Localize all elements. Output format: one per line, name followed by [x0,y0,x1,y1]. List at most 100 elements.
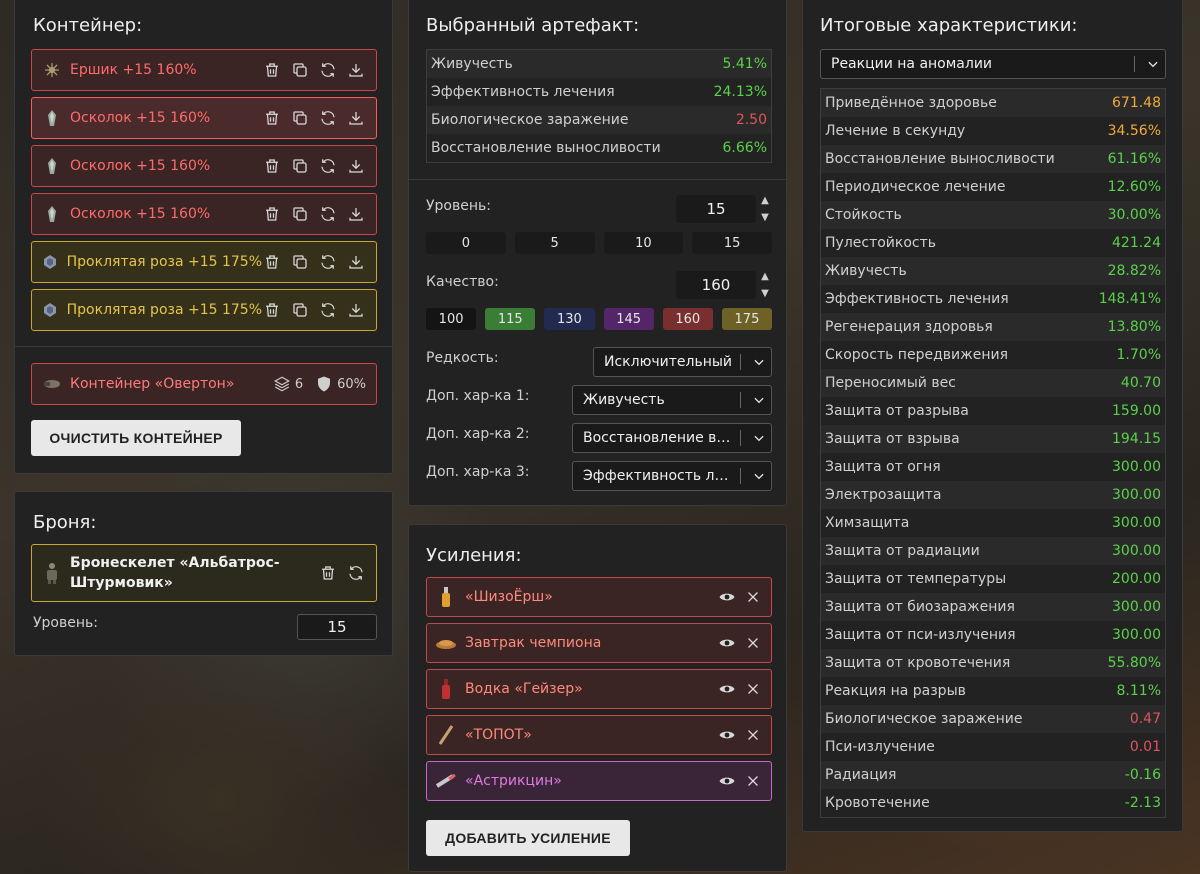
extra1-select[interactable]: Живучесть [572,385,772,415]
replace-icon[interactable] [318,156,338,176]
copy-icon[interactable] [290,204,310,224]
boost-item[interactable]: «ТОПОТ» [426,715,772,755]
add-boost-button[interactable]: ДОБАВИТЬ УСИЛЕНИЕ [426,820,630,856]
copy-icon[interactable] [290,252,310,272]
container-item[interactable]: Осколок +15 160% [31,193,377,235]
download-icon[interactable] [346,252,366,272]
replace-icon[interactable] [318,300,338,320]
totals-stats-table: Приведённое здоровье 671.48 Лечение в секу… [820,88,1166,818]
close-icon[interactable] [743,587,763,607]
close-icon[interactable] [743,725,763,745]
eye-icon[interactable] [717,771,737,791]
totals-filter-select[interactable]: Реакции на аномалии [820,49,1166,79]
boost-item[interactable]: «Астрикцин» [426,761,772,801]
quality-preset-button[interactable]: 160 [662,308,713,330]
armor-row[interactable]: Бронескелет «Альбатрос-Штурмовик» [31,544,377,602]
boost-item-label: Водка «Гейзер» [465,681,583,697]
replace-icon[interactable] [318,204,338,224]
totals-stat-row: Защита от пси-излучения 300.00 [821,621,1165,649]
totals-stat-row: Эффективность лечения 148.41% [821,285,1165,313]
level-stepper[interactable]: ▲ ▼ [759,195,771,223]
stat-name: Пулестойкость [825,235,937,251]
totals-stat-row: Кровотечение -2.13 [821,789,1165,817]
quality-preset-button[interactable]: 175 [721,308,773,330]
stat-name: Восстановление выносливости [431,140,661,156]
quality-preset-button[interactable]: 115 [485,308,536,330]
artifact-stat-row: Биологическое заражение 2.50 [427,106,771,134]
eye-icon[interactable] [717,587,737,607]
copy-icon[interactable] [290,60,310,80]
extra2-label: Доп. хар-ка 2: [426,426,530,442]
quality-stepper[interactable]: ▲ ▼ [759,271,771,299]
extra2-select[interactable]: Восстановление выносливости [572,423,772,453]
level-preset-button[interactable]: 0 [426,232,506,254]
stat-value: 148.41% [1098,291,1161,307]
quality-input[interactable]: 160 [676,271,756,299]
level-preset-button[interactable]: 5 [514,232,595,254]
boost-item[interactable]: Водка «Гейзер» [426,669,772,709]
delete-icon[interactable] [262,252,282,272]
quality-preset-button[interactable]: 130 [544,308,595,330]
container-item[interactable]: Ершик +15 160% [31,49,377,91]
rarity-select[interactable]: Исключительный [593,347,772,377]
eye-icon[interactable] [717,679,737,699]
close-icon[interactable] [743,633,763,653]
quality-preset-button[interactable]: 100 [426,308,477,330]
boost-item[interactable]: «ШизоЁрш» [426,577,772,617]
delete-icon[interactable] [262,300,282,320]
stepper-up-icon[interactable]: ▲ [761,271,769,282]
delete-icon[interactable] [318,563,338,583]
download-icon[interactable] [346,108,366,128]
download-icon[interactable] [346,204,366,224]
delete-icon[interactable] [262,156,282,176]
copy-icon[interactable] [290,156,310,176]
delete-icon[interactable] [262,204,282,224]
quality-preset-button[interactable]: 145 [603,308,654,330]
replace-icon[interactable] [318,60,338,80]
level-input[interactable]: 15 [676,195,756,223]
replace-icon[interactable] [318,108,338,128]
stepper-down-icon[interactable]: ▼ [761,212,769,223]
replace-icon[interactable] [318,252,338,272]
boost-item-icon [435,679,457,699]
copy-icon[interactable] [290,300,310,320]
container-item-list: Ершик +15 160% Осколок +15 160% Осколок +1… [31,49,377,337]
stepper-up-icon[interactable]: ▲ [761,195,769,206]
stat-value: -0.16 [1124,767,1161,783]
extra3-select[interactable]: Эффективность лечения [572,461,772,491]
stat-value: 5.41% [722,56,767,72]
replace-icon[interactable] [346,563,366,583]
eye-icon[interactable] [717,725,737,745]
clear-container-button[interactable]: ОЧИСТИТЬ КОНТЕЙНЕР [31,420,241,456]
level-preset-button[interactable]: 15 [692,232,772,254]
stat-value: 61.16% [1107,151,1161,167]
rarity-value: Исключительный [604,354,733,370]
download-icon[interactable] [346,300,366,320]
container-item[interactable]: Проклятая роза +15 175% [31,241,377,283]
close-icon[interactable] [743,771,763,791]
delete-icon[interactable] [262,60,282,80]
artifact-icon [42,252,59,272]
download-icon[interactable] [346,156,366,176]
stat-name: Кровотечение [825,795,930,811]
eye-icon[interactable] [717,633,737,653]
container-title: Контейнер: [33,15,143,36]
container-item[interactable]: Осколок +15 160% [31,97,377,139]
stat-name: Защита от биозаражения [825,599,1015,615]
stat-name: Биологическое заражение [431,112,629,128]
stat-value: 0.47 [1129,711,1161,727]
rarity-label: Редкость: [426,350,499,366]
container-item[interactable]: Проклятая роза +15 175% [31,289,377,331]
level-preset-button[interactable]: 10 [603,232,684,254]
download-icon[interactable] [346,60,366,80]
copy-icon[interactable] [290,108,310,128]
boost-item[interactable]: Завтрак чемпиона [426,623,772,663]
shield-icon [318,376,331,392]
boost-item-icon [435,587,457,607]
stepper-down-icon[interactable]: ▼ [761,288,769,299]
close-icon[interactable] [743,679,763,699]
container-holder-row[interactable]: Контейнер «Овертон» 6 60% [31,363,377,405]
container-item[interactable]: Осколок +15 160% [31,145,377,187]
delete-icon[interactable] [262,108,282,128]
armor-level-input[interactable]: 15 [297,614,377,640]
